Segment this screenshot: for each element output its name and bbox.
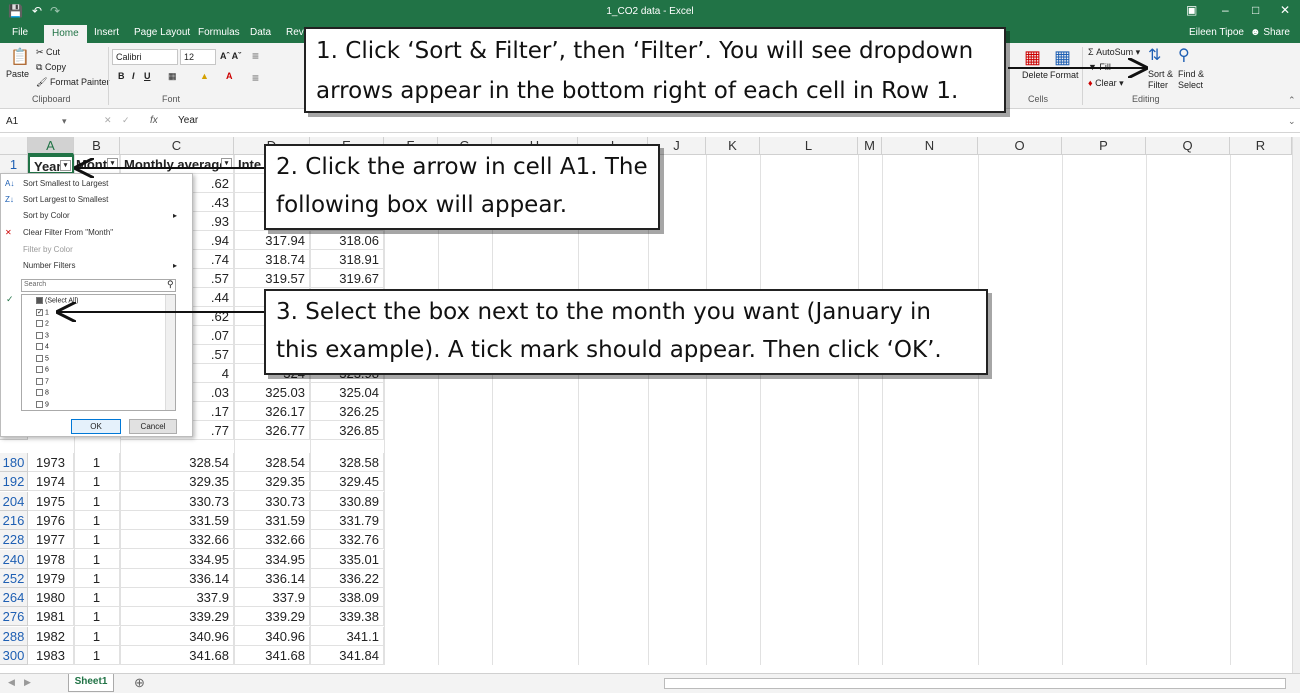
next-sheet-icon[interactable]: ▶ [24,677,31,688]
horizontal-scrollbar[interactable] [664,678,1286,689]
prev-sheet-icon[interactable]: ◀ [8,677,15,688]
add-sheet-icon[interactable]: ⊕ [134,675,145,691]
sheet-tab-bar: ◀ ▶ Sheet1 ⊕ [0,673,1300,693]
annotation-arrows [0,0,1300,693]
sheet-tab[interactable]: Sheet1 [68,674,114,692]
vertical-scrollbar[interactable] [1292,137,1300,673]
